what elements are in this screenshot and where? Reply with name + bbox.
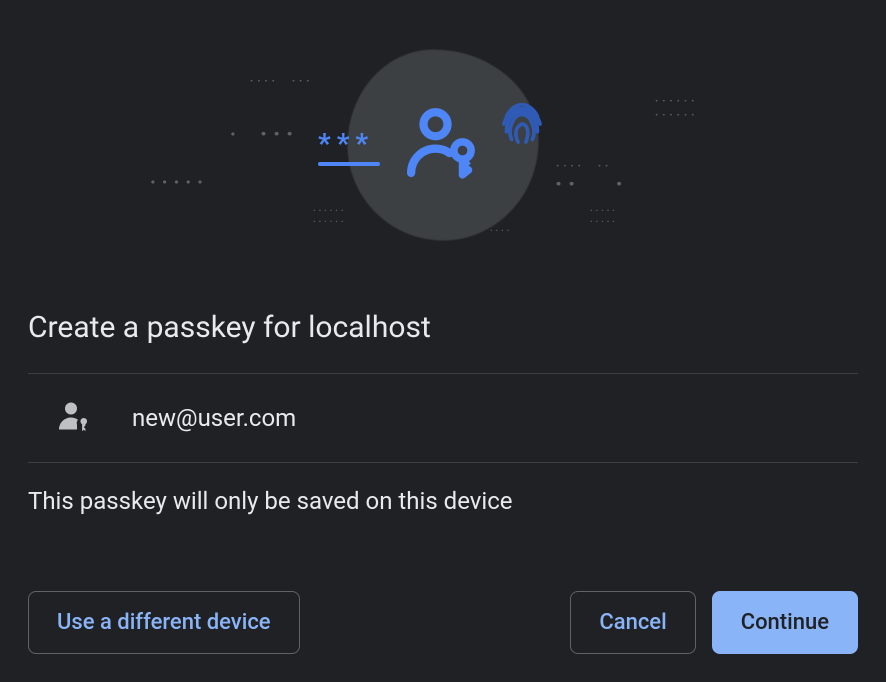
fingerprint-icon [491,93,553,159]
decor-dots: ············ [313,205,346,227]
decor-dots: ··· [260,120,299,151]
account-email: new@user.com [132,404,296,432]
passkey-illustration: ····· · ··· ···· ··· ············ ···· ·… [0,20,886,270]
account-row: new@user.com [28,373,858,463]
account-passkey-icon [56,398,92,438]
decor-dots: ·········· [590,205,618,227]
cancel-button[interactable]: Cancel [570,591,695,654]
passkey-icon [398,98,488,192]
device-note: This passkey will only be saved on this … [0,463,886,515]
continue-button[interactable]: Continue [712,591,858,654]
use-different-device-button[interactable]: Use a different device [28,591,300,654]
decor-dots: ·· · [555,170,629,201]
decor-dots: · [230,122,242,147]
decor-dots: ····· [150,170,209,195]
decor-dots: ···· ··· [250,75,313,89]
decor-dots: ············ [655,95,698,123]
dialog-title: Create a passkey for localhost [0,310,886,345]
decor-dots: ···· [490,225,512,236]
dialog-actions: Use a different device Cancel Continue [28,591,858,654]
asterisks-icon: *** [318,127,380,166]
